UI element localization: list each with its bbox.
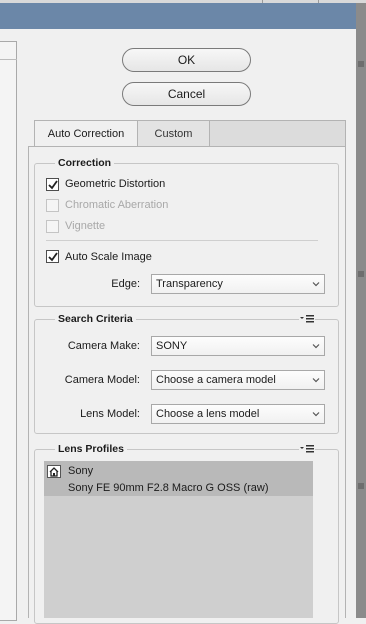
search-criteria-title: Search Criteria bbox=[55, 313, 136, 325]
lens-profiles-title: Lens Profiles bbox=[55, 443, 127, 455]
lens-model-label: Lens Model: bbox=[80, 408, 140, 420]
panel-menu-icon[interactable] bbox=[299, 314, 315, 324]
tab-auto-correction[interactable]: Auto Correction bbox=[34, 120, 138, 147]
cancel-button[interactable]: Cancel bbox=[122, 82, 251, 106]
vignette-checkbox[interactable] bbox=[46, 220, 59, 233]
auto-scale-label[interactable]: Auto Scale Image bbox=[65, 251, 152, 263]
edge-marker bbox=[358, 61, 364, 67]
list-item[interactable]: Sony Sony FE 90mm F2.8 Macro G OSS (raw) bbox=[44, 461, 313, 496]
auto-scale-checkbox[interactable] bbox=[46, 250, 59, 263]
camera-make-value: SONY bbox=[156, 340, 188, 352]
checkmark-icon bbox=[48, 180, 58, 190]
camera-make-select[interactable]: SONY bbox=[151, 336, 325, 356]
edge-label: Edge: bbox=[111, 278, 140, 290]
vignette-label: Vignette bbox=[65, 220, 106, 232]
correction-separator bbox=[46, 240, 318, 241]
chevron-down-icon bbox=[312, 344, 320, 349]
correction-title: Correction bbox=[55, 157, 115, 169]
tab-bar-filler bbox=[210, 120, 346, 147]
camera-make-label: Camera Make: bbox=[67, 340, 140, 352]
edge-select[interactable]: Transparency bbox=[151, 274, 325, 294]
chevron-down-icon bbox=[312, 378, 320, 383]
checkmark-icon bbox=[48, 252, 58, 262]
ok-button[interactable]: OK bbox=[122, 48, 251, 72]
dialog-titlebar[interactable] bbox=[0, 3, 356, 29]
preview-pane-edge bbox=[0, 41, 17, 621]
tab-bar: Auto Correction Custom bbox=[34, 120, 210, 147]
preview-pane-line bbox=[0, 59, 17, 60]
lens-profiles-list[interactable]: Sony Sony FE 90mm F2.8 Macro G OSS (raw) bbox=[44, 461, 313, 618]
chevron-down-icon bbox=[312, 282, 320, 287]
camera-model-label: Camera Model: bbox=[64, 374, 140, 386]
camera-model-select[interactable]: Choose a camera model bbox=[151, 370, 325, 390]
geometric-distortion-checkbox[interactable] bbox=[46, 178, 59, 191]
edge-marker bbox=[358, 271, 364, 277]
lens-model-value: Choose a lens model bbox=[156, 408, 260, 420]
lens-model-select[interactable]: Choose a lens model bbox=[151, 404, 325, 424]
background-window-edge bbox=[356, 3, 366, 618]
home-icon bbox=[47, 465, 61, 478]
edge-select-value: Transparency bbox=[156, 278, 223, 290]
panel-menu-icon[interactable] bbox=[299, 444, 315, 454]
chevron-down-icon bbox=[312, 412, 320, 417]
camera-model-value: Choose a camera model bbox=[156, 374, 276, 386]
profile-lens: Sony FE 90mm F2.8 Macro G OSS (raw) bbox=[68, 482, 269, 494]
tab-custom[interactable]: Custom bbox=[138, 120, 210, 147]
edge-marker bbox=[358, 483, 364, 489]
geometric-distortion-label[interactable]: Geometric Distortion bbox=[65, 178, 165, 190]
chromatic-aberration-label: Chromatic Aberration bbox=[65, 199, 169, 211]
profile-maker: Sony bbox=[68, 465, 94, 477]
chromatic-aberration-checkbox[interactable] bbox=[46, 199, 59, 212]
